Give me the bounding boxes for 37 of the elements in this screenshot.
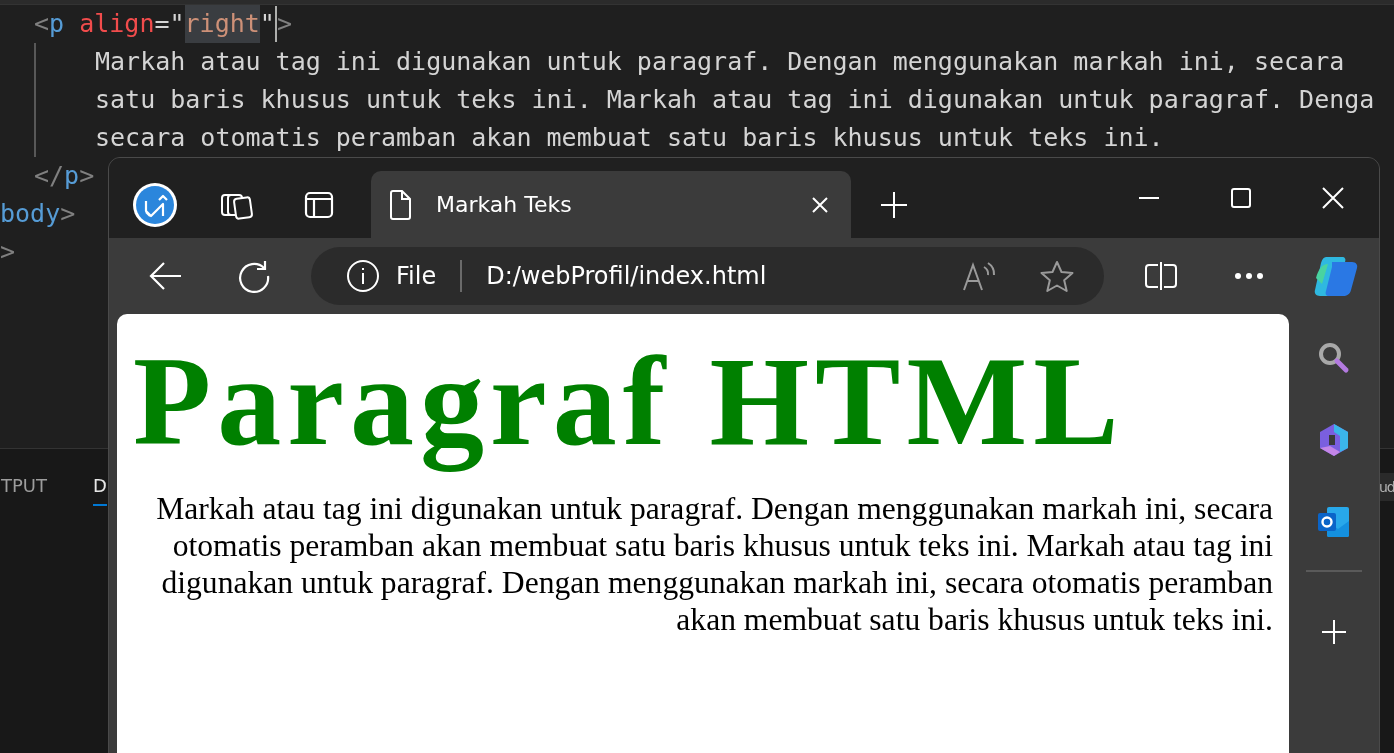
browser-tab[interactable]: Markah Teks — [371, 171, 851, 238]
star-icon[interactable] — [1040, 260, 1074, 292]
code-attribute: align — [78, 8, 155, 40]
code-text: Markah atau tag ini digunakan untuk paragraf. Dengan menggunakan markah ini, secara — [95, 46, 1345, 78]
code-punctuation: > — [79, 160, 95, 192]
code-punctuation: </ — [34, 160, 65, 192]
code-punctuation: < — [34, 8, 50, 40]
code-punctuation: > — [0, 236, 16, 268]
close-icon[interactable] — [811, 195, 829, 214]
page-paragraph: Markah atau tag ini digunakan untuk paragraf. Dengan menggunakan markah ini, secara otomatis peramban akan membuat satu baris khusus untuk teks ini. Markah atau tag ini digunakan untuk paragraf. Dengan menggunakan markah ini, secara otomatis peramban akan membuat satu baris khusus untuk teks ini. — [155, 490, 1273, 638]
panel-tab[interactable]: TPUT — [1, 475, 48, 506]
code-tag-name: p — [49, 8, 65, 40]
code-text: secara otomatis peramban akan membuat satu baris khusus untuk teks ini. — [95, 122, 1164, 154]
refresh-icon[interactable] — [236, 258, 272, 294]
minimize-icon[interactable] — [1138, 196, 1160, 200]
selected-code-text: right — [184, 5, 260, 43]
page-heading: Paragraf HTML — [133, 329, 1126, 474]
back-arrow-icon[interactable] — [149, 261, 183, 291]
code-punctuation: > — [60, 198, 76, 230]
info-icon[interactable] — [346, 259, 380, 293]
code-text: satu baris khusus untuk teks ini. Markah atau tag ini digunakan untuk paragraf. Denga — [95, 84, 1375, 116]
maximize-icon[interactable] — [1230, 187, 1252, 209]
text-cursor — [274, 6, 277, 42]
address-bar[interactable]: File D:/webProfil/index.html — [311, 247, 1104, 305]
panel-tab[interactable]: D — [93, 475, 107, 506]
code-tag-name: p — [64, 160, 80, 192]
code-tag-name: body — [0, 198, 61, 230]
tab-title: Markah Teks — [436, 192, 573, 217]
plus-icon[interactable] — [879, 189, 909, 220]
code-punctuation: > — [276, 8, 292, 40]
code-punctuation: =" — [154, 8, 185, 40]
site-info-label[interactable]: File — [396, 262, 437, 290]
read-aloud-icon[interactable] — [962, 261, 996, 291]
code-punctuation: " — [259, 8, 275, 40]
page-icon — [388, 188, 412, 221]
url-text[interactable]: D:/webProfil/index.html — [486, 262, 767, 290]
close-icon[interactable] — [1322, 187, 1344, 209]
